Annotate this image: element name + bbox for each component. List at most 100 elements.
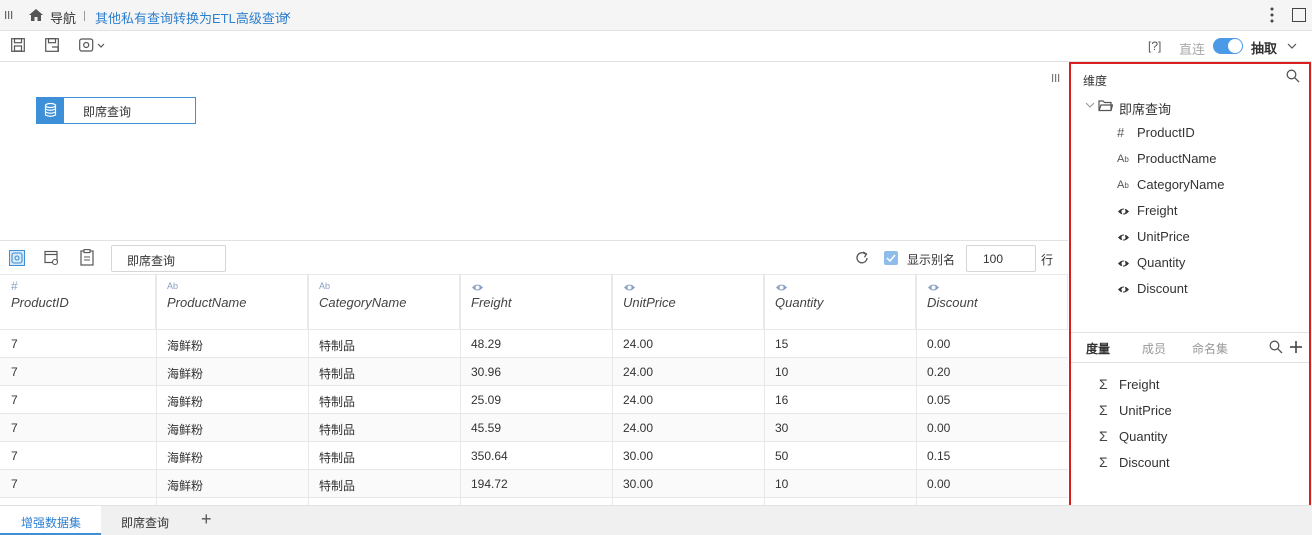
query-name-value: 即席查询 (127, 254, 176, 268)
table-cell: 海鲜粉 (167, 451, 204, 465)
connection-mode-toggle[interactable] (1213, 38, 1243, 54)
measure-item[interactable]: Freight (1119, 377, 1159, 392)
folder-label[interactable]: 即席查询 (1119, 99, 1171, 118)
field-item[interactable]: Quantity (1137, 255, 1185, 270)
field-item[interactable]: CategoryName (1137, 177, 1224, 192)
measure-item[interactable]: UnitPrice (1119, 403, 1172, 418)
table-row[interactable]: 7 海鲜粉 特制品 48.29 24.00 15 0.00 (0, 329, 1068, 357)
table-row[interactable]: 7 海鲜粉 特制品 45.59 24.00 30 0.00 (0, 413, 1068, 441)
save-as-icon[interactable] (45, 38, 60, 53)
table-cell: 48.29 (471, 337, 502, 351)
table-cell: 30 (775, 421, 789, 435)
text-type-icon: Ab (167, 281, 179, 291)
table-cell: 特制品 (319, 395, 356, 409)
help-button[interactable]: [?] (1148, 39, 1161, 53)
panel-tab[interactable]: 成员 (1142, 340, 1166, 357)
chevron-down-icon[interactable] (1287, 43, 1297, 49)
table-cell: 海鲜粉 (167, 395, 204, 409)
field-item[interactable]: ProductID (1137, 125, 1195, 140)
text-icon-sub: b (1124, 181, 1129, 190)
measure-item[interactable]: Discount (1119, 455, 1170, 470)
table-row[interactable]: 7 海鲜粉 特制品 350.64 30.00 50 0.15 (0, 441, 1068, 469)
column-header[interactable]: UnitPrice (612, 275, 764, 329)
table-cell: 0.05 (927, 393, 951, 407)
data-view-icon[interactable] (9, 250, 25, 266)
column-header[interactable]: Quantity (764, 275, 916, 329)
rows-value: 100 (983, 252, 1004, 266)
tab-adhoc-query[interactable]: 即席查询 (101, 506, 189, 535)
field-item[interactable]: Discount (1137, 281, 1188, 296)
table-cell: 海鲜粉 (167, 423, 204, 437)
rows-input[interactable]: 100 (966, 245, 1036, 272)
top-bar: 导航 其他私有查询转换为ETL高级查询 × (0, 0, 1312, 31)
column-name: UnitPrice (623, 295, 676, 310)
column-header[interactable]: # ProductID (0, 275, 156, 329)
nav-label[interactable]: 导航 (50, 8, 76, 27)
tab-label: 增强数据集 (21, 516, 82, 530)
search-icon[interactable] (1286, 69, 1300, 83)
table-row[interactable]: 7 海鲜粉 特制品 194.72 30.00 10 0.00 (0, 469, 1068, 497)
home-icon[interactable] (28, 8, 44, 22)
table-row[interactable] (0, 497, 1068, 505)
column-header[interactable]: Freight (460, 275, 612, 329)
toolbar: [?] 直连 抽取 (0, 31, 1312, 62)
table-cell: 特制品 (319, 423, 356, 437)
data-grid: # ProductID Ab ProductName Ab CategoryName Fre… (0, 274, 1068, 505)
table-cell: 海鲜粉 (167, 339, 204, 353)
settings-dropdown-icon[interactable] (79, 38, 107, 53)
measure-icon (1117, 205, 1130, 218)
table-cell: 25.09 (471, 393, 502, 407)
save-icon[interactable] (11, 38, 25, 52)
sigma-icon: Σ (1099, 454, 1108, 470)
field-item[interactable]: ProductName (1137, 151, 1216, 166)
tab-enhanced-dataset[interactable]: 增强数据集 (0, 506, 101, 535)
clipboard-icon[interactable] (80, 249, 94, 266)
numeric-field-icon: # (1117, 125, 1125, 140)
table-cell: 30.96 (471, 365, 502, 379)
text-field-icon: Ab (1117, 153, 1129, 165)
tab-title[interactable]: 其他私有查询转换为ETL高级查询 (95, 8, 288, 27)
panel-handle-icon[interactable] (1052, 73, 1060, 83)
table-cell: 30.00 (623, 477, 654, 491)
table-cell: 7 (11, 337, 18, 351)
column-header[interactable]: Ab CategoryName (308, 275, 460, 329)
column-divider (764, 275, 765, 505)
measure-item[interactable]: Quantity (1119, 429, 1167, 444)
column-header[interactable]: Discount (916, 275, 1068, 329)
panel-tab[interactable]: 命名集 (1192, 340, 1228, 357)
add-tab-button[interactable]: + (201, 509, 212, 530)
field-item[interactable]: Freight (1137, 203, 1177, 218)
query-name-input[interactable]: 即席查询 (111, 245, 226, 272)
search-icon[interactable] (1269, 340, 1283, 354)
add-icon[interactable] (1289, 340, 1303, 354)
dimension-title: 维度 (1083, 74, 1108, 88)
table-row[interactable]: 7 海鲜粉 特制品 30.96 24.00 10 0.20 (0, 357, 1068, 385)
more-icon[interactable] (1270, 7, 1274, 23)
menu-handle-icon[interactable] (5, 10, 13, 20)
query-node-label: 即席查询 (83, 105, 132, 119)
window-settings-icon[interactable] (44, 250, 60, 266)
field-item[interactable]: UnitPrice (1137, 229, 1190, 244)
table-cell: 7 (11, 449, 18, 463)
tab-divider (1071, 362, 1309, 363)
table-cell: 24.00 (623, 421, 654, 435)
table-cell: 特制品 (319, 479, 356, 493)
sigma-icon: Σ (1099, 376, 1108, 392)
show-alias-checkbox[interactable] (884, 251, 898, 265)
column-header[interactable]: Ab ProductName (156, 275, 308, 329)
refresh-icon[interactable] (854, 250, 870, 266)
table-cell: 16 (775, 393, 789, 407)
table-cell: 10 (775, 477, 789, 491)
text-icon-sub: b (1124, 155, 1129, 164)
panel-tab[interactable]: 度量 (1086, 340, 1110, 357)
chevron-down-icon[interactable] (1085, 102, 1095, 109)
table-cell: 0.15 (927, 449, 951, 463)
table-cell: 350.64 (471, 449, 508, 463)
maximize-icon[interactable] (1292, 8, 1306, 22)
query-node[interactable]: 即席查询 (36, 97, 196, 124)
design-canvas[interactable] (0, 62, 1068, 240)
tab-close-button[interactable]: × (283, 7, 291, 23)
bottom-tab-bar: 增强数据集 即席查询 + (0, 505, 1312, 535)
sigma-icon: Σ (1099, 402, 1108, 418)
table-row[interactable]: 7 海鲜粉 特制品 25.09 24.00 16 0.05 (0, 385, 1068, 413)
